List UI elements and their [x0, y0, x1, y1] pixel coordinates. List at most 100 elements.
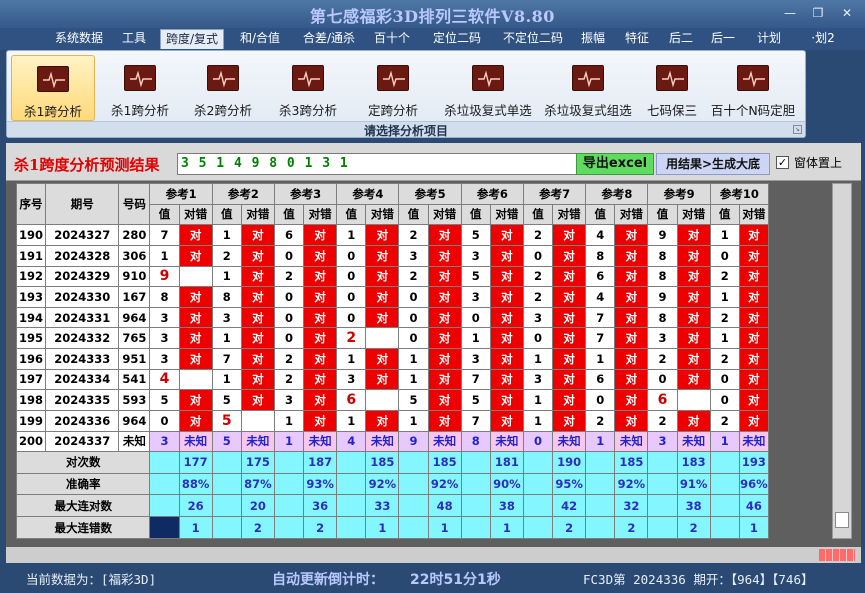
menu-plan[interactable]: 计划 [752, 29, 786, 49]
hit-cell: 对 [552, 306, 587, 329]
ribbon-button-label: 杀垃圾复式单选 [444, 103, 532, 118]
hit-cell: 对 [489, 389, 524, 411]
hit-cell: 对 [489, 348, 524, 370]
stats-row: 最大连错数 1 2 2 1 1 1 2 2 2 1 [15, 516, 770, 539]
hit-cell: 对 [552, 244, 587, 267]
stats-label: 最大连对数 [15, 494, 151, 518]
scrollbar-thumb[interactable] [835, 512, 849, 528]
table-row[interactable]: 199 2024336 964 0 对 5 1 对 1 对 1 对 7 对 1 对 2 对 2 对 2 对 [15, 409, 770, 432]
vertical-scrollbar[interactable] [832, 183, 852, 539]
ribbon-expand-icon[interactable]: ↘ [793, 125, 802, 134]
selected-cell[interactable] [149, 516, 180, 539]
ribbon-button-label: 百十个N码定胆 [710, 103, 796, 118]
reference-value: 6 [336, 389, 367, 411]
table-row[interactable]: 197 2024334 541 4 1 对 2 对 3 对 1 对 7 对 3 对 6 对 0 对 0 对 [15, 368, 770, 391]
ribbon-kill-span-1a[interactable]: 杀1跨分析 [11, 55, 95, 121]
menu-sum-value[interactable]: 和/合值 [234, 29, 286, 49]
column-header-reference: 参考7 [522, 183, 587, 205]
hit-cell: 对 [614, 244, 649, 267]
ribbon-caption: 请选择分析项目 [7, 121, 805, 138]
table-row[interactable]: 191 2024328 306 1 对 2 对 0 对 0 对 3 对 3 对 0 对 8 对 8 对 0 对 [15, 244, 770, 267]
column-header-value: 值 [460, 203, 491, 226]
predicted-value: 5 [211, 430, 242, 453]
menu-features[interactable]: 特征 [618, 29, 656, 49]
stats-value: 48 [427, 494, 462, 518]
menu-fixed-2code[interactable]: 定位二码 [424, 29, 490, 49]
row-number: 964 [118, 306, 151, 329]
row-number: 541 [118, 368, 151, 391]
export-excel-button[interactable]: 导出excel [576, 153, 654, 175]
result-value-field[interactable]: 3 5 1 4 9 8 0 1 3 1 [177, 153, 577, 175]
hit-cell: 对 [489, 409, 524, 432]
hit-cell: 对 [427, 327, 462, 349]
close-button[interactable]: ✕ [833, 4, 861, 22]
menu-last-one[interactable]: 后一 [706, 29, 740, 49]
ribbon-n-code[interactable]: 百十个N码定胆 [707, 55, 799, 121]
miss-cell [178, 368, 213, 391]
always-on-top-checkbox[interactable]: ✓ [776, 156, 789, 169]
table-row[interactable]: 193 2024330 167 8 对 8 对 0 对 0 对 0 对 3 对 2 对 4 对 9 对 1 对 [15, 286, 770, 308]
menu-bar: 系统数据 工具 跨度/复式 和/合值 合差/通杀 百十个 定位二码 不定位二码 振幅 特征 后二 后一… [0, 28, 865, 50]
menu-amplitude[interactable]: 振幅 [574, 29, 612, 49]
status-bar: 当前数据为：[福彩3D] 自动更新倒计时： 22时51分1秒 FC3D第 202… [0, 563, 865, 593]
reference-value: 2 [647, 348, 678, 370]
hit-cell: 对 [303, 389, 338, 411]
stats-spacer [585, 516, 616, 539]
reference-value: 3 [522, 306, 554, 329]
chart-icon [472, 65, 504, 91]
ribbon-kill-span-2[interactable]: 杀2跨分析 [183, 55, 263, 121]
generate-base-button[interactable]: 用结果>生成大底 [656, 153, 770, 175]
menu-span-compound[interactable]: 跨度/复式 [160, 29, 224, 49]
ribbon-fixed-span[interactable]: 定跨分析 [353, 55, 433, 121]
row-index: 193 [15, 286, 47, 308]
hit-cell: 对 [738, 348, 770, 370]
menu-digits[interactable]: 百十个 [370, 29, 414, 49]
reference-value: 7 [585, 306, 616, 329]
ribbon-kill-span-3[interactable]: 杀3跨分析 [268, 55, 348, 121]
ribbon-kill-garbage-group[interactable]: 杀垃圾复式组选 [538, 55, 638, 121]
menu-tools[interactable]: 工具 [116, 29, 152, 49]
countdown-value: 22时51分1秒 [410, 572, 501, 588]
stats-spacer [149, 451, 180, 474]
prediction-row[interactable]: 200 2024337 未知 3 未知 5 未知 1 未知 4 未知 9 未知 8 未知 0 未知 1 未知 3 未知 1… [15, 430, 770, 453]
table-row[interactable]: 198 2024335 593 5 对 5 对 3 对 6 5 对 5 对 1 对 0 对 6 0 对 [15, 389, 770, 411]
stats-spacer [211, 494, 242, 518]
table-row[interactable]: 194 2024331 964 3 对 3 对 0 对 0 对 0 对 0 对 3 对 7 对 8 对 2 对 [15, 306, 770, 329]
table-row[interactable]: 196 2024333 951 3 对 7 对 2 对 1 对 1 对 3 对 1 对 1 对 2 对 2 对 [15, 348, 770, 370]
stats-spacer [211, 472, 242, 496]
stats-spacer [398, 472, 429, 496]
ribbon-kill-garbage-single[interactable]: 杀垃圾复式单选 [433, 55, 543, 121]
ribbon-seven-code[interactable]: 七码保三 [641, 55, 703, 121]
reference-value: 1 [211, 224, 242, 246]
stats-spacer [460, 516, 491, 539]
menu-plan-2[interactable]: ·划2 [808, 29, 838, 49]
table-row[interactable]: 192 2024329 910 9 1 对 2 对 0 对 2 对 5 对 2 对 6 对 8 对 2 对 [15, 265, 770, 288]
hit-cell: 对 [427, 368, 462, 391]
hit-cell: 对 [303, 368, 338, 391]
reference-value: 5 [460, 389, 491, 411]
reference-value: 3 [336, 368, 367, 391]
hit-cell: 对 [303, 224, 338, 246]
column-header-result: 对错 [240, 203, 275, 226]
unknown-result: 未知 [552, 430, 587, 453]
table-row[interactable]: 190 2024327 280 7 对 1 对 6 对 1 对 2 对 5 对 2 对 4 对 9 对 1 对 [15, 224, 770, 246]
stats-spacer [149, 494, 180, 518]
menu-unfixed-2code[interactable]: 不定位二码 [496, 29, 570, 49]
ribbon-kill-span-1b[interactable]: 杀1跨分析 [100, 55, 180, 121]
menu-diff-kill[interactable]: 合差/通杀 [296, 29, 362, 49]
row-number: 306 [118, 244, 151, 267]
menu-last-two[interactable]: 后二 [664, 29, 698, 49]
stats-value: 92% [614, 472, 649, 496]
table-row[interactable]: 195 2024332 765 3 对 1 对 0 对 2 0 对 1 对 0 对 7 对 3 对 1 对 [15, 327, 770, 349]
column-header-value: 值 [211, 203, 242, 226]
reference-value: 7 [585, 327, 616, 349]
minimize-button[interactable]: — [776, 4, 804, 22]
reference-value: 1 [709, 224, 740, 246]
reference-value: 6 [585, 368, 616, 391]
menu-system-data[interactable]: 系统数据 [48, 29, 110, 49]
stats-spacer [211, 451, 242, 474]
restore-button[interactable]: ❐ [804, 4, 832, 22]
reference-value: 0 [398, 306, 429, 329]
hit-cell: 对 [427, 306, 462, 329]
reference-value: 3 [149, 306, 180, 329]
